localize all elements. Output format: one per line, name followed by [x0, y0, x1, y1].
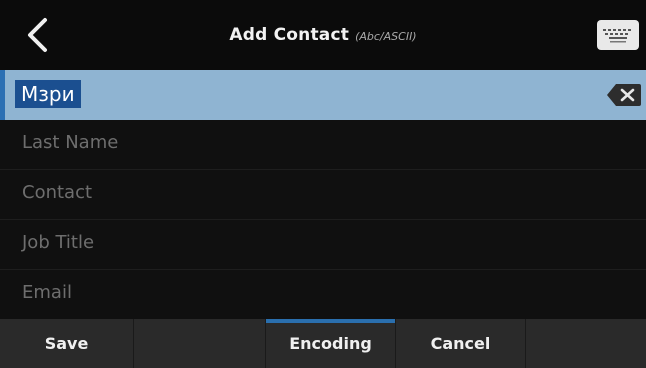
first-name-field[interactable]: Мзри: [0, 70, 646, 120]
chevron-left-icon: [28, 18, 47, 52]
empty-softkey-2[interactable]: [134, 319, 266, 368]
save-softkey[interactable]: Save: [0, 319, 134, 368]
empty-softkey-5[interactable]: [526, 319, 646, 368]
job-title-placeholder: Job Title: [22, 232, 95, 253]
back-button[interactable]: [14, 12, 60, 58]
contact-placeholder: Contact: [22, 182, 93, 203]
cancel-softkey[interactable]: Cancel: [396, 319, 526, 368]
title-area: Add Contact (Abc/ASCII): [0, 0, 646, 70]
last-name-field[interactable]: Last Name: [0, 120, 646, 170]
keyboard-button[interactable]: [597, 20, 639, 50]
first-name-input-value[interactable]: Мзри: [15, 80, 81, 108]
encoding-softkey[interactable]: Encoding: [266, 319, 396, 368]
clear-text-button[interactable]: [606, 83, 642, 107]
encoding-indicator: (Abc/ASCII): [355, 30, 417, 43]
email-field[interactable]: Email: [0, 270, 646, 320]
page-title: Add Contact: [229, 25, 350, 45]
job-title-field[interactable]: Job Title: [0, 220, 646, 270]
softkey-bar: Save Encoding Cancel: [0, 319, 646, 368]
last-name-placeholder: Last Name: [22, 132, 119, 153]
header-bar: Add Contact (Abc/ASCII): [0, 0, 646, 70]
email-placeholder: Email: [22, 282, 72, 303]
backspace-icon: [607, 84, 641, 106]
contact-field[interactable]: Contact: [0, 170, 646, 220]
keyboard-icon: [603, 29, 631, 43]
